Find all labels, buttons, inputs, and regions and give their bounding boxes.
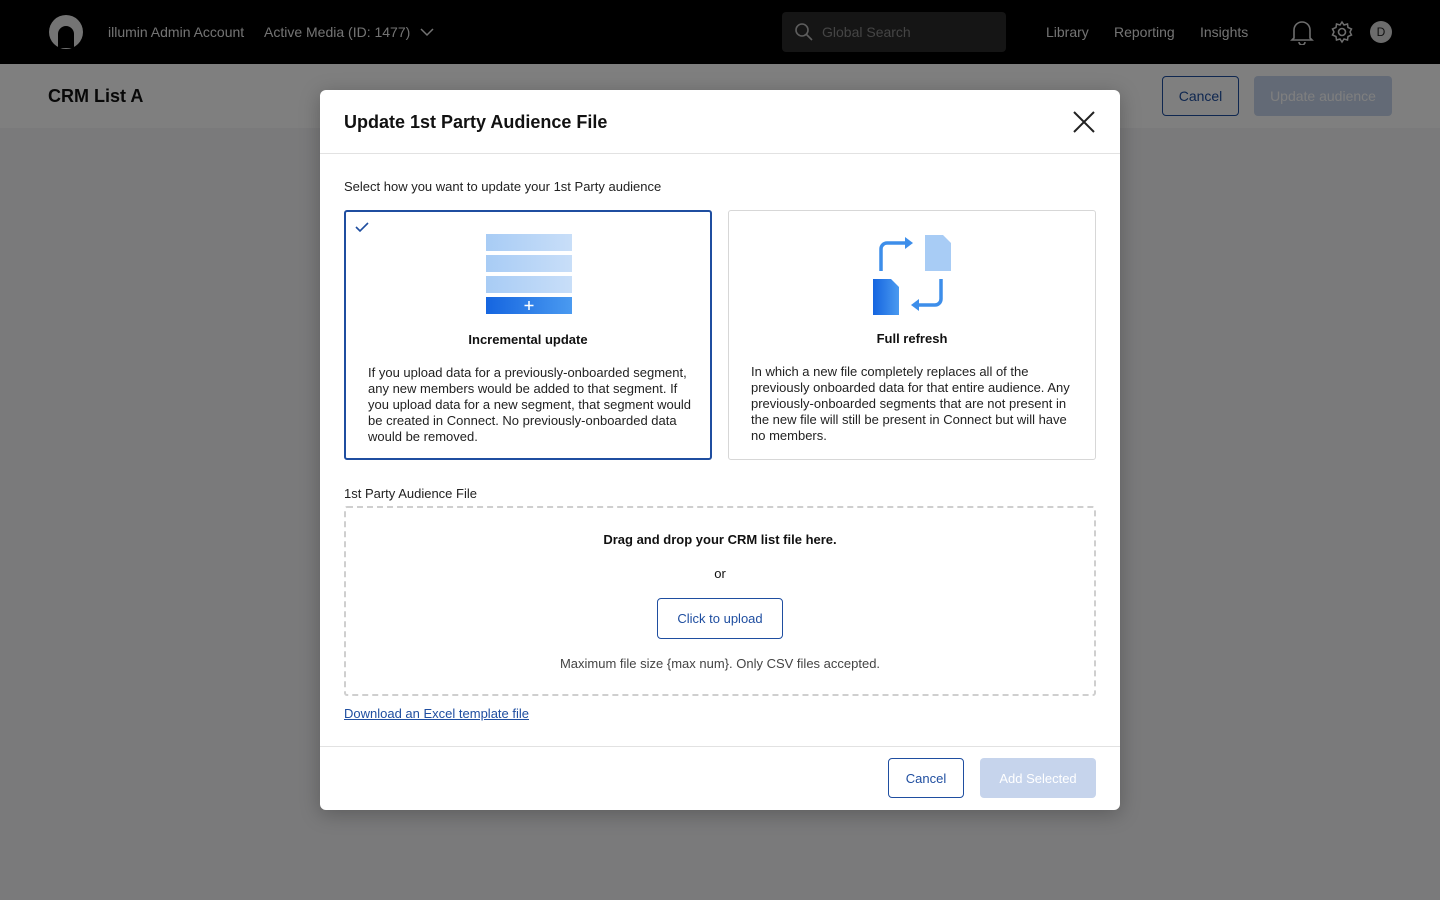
stack-plus-icon [486,234,572,314]
option-title: Incremental update [468,332,588,347]
download-template-link[interactable]: Download an Excel template file [344,706,529,721]
header-divider [320,153,1120,154]
option-full-refresh[interactable]: Full refresh In which a new file complet… [728,210,1096,460]
add-selected-button[interactable]: Add Selected [980,758,1096,798]
option-title: Full refresh [876,331,948,346]
cancel-button[interactable]: Cancel [888,758,964,798]
instruction-text: Select how you want to update your 1st P… [344,179,662,194]
file-size-note: Maximum file size {max num}. Only CSV fi… [559,656,881,671]
option-description: In which a new file completely replaces … [751,364,1070,443]
modal-title: Update 1st Party Audience File [344,112,608,132]
dropzone-title: Drag and drop your CRM list file here. [603,532,837,547]
update-audience-modal: Update 1st Party Audience File Select ho… [320,90,1120,810]
footer-divider [320,746,1120,747]
file-field-label: 1st Party Audience File [344,486,477,501]
file-dropzone[interactable]: Drag and drop your CRM list file here. o… [344,506,1096,696]
close-icon[interactable] [1070,108,1098,136]
option-incremental-update[interactable]: Incremental update If you upload data fo… [344,210,712,460]
click-to-upload-button[interactable]: Click to upload [657,598,783,639]
dropzone-or: or [714,566,726,581]
check-icon [355,222,369,233]
refresh-files-icon [873,235,951,315]
option-description: If you upload data for a previously-onbo… [368,365,692,444]
